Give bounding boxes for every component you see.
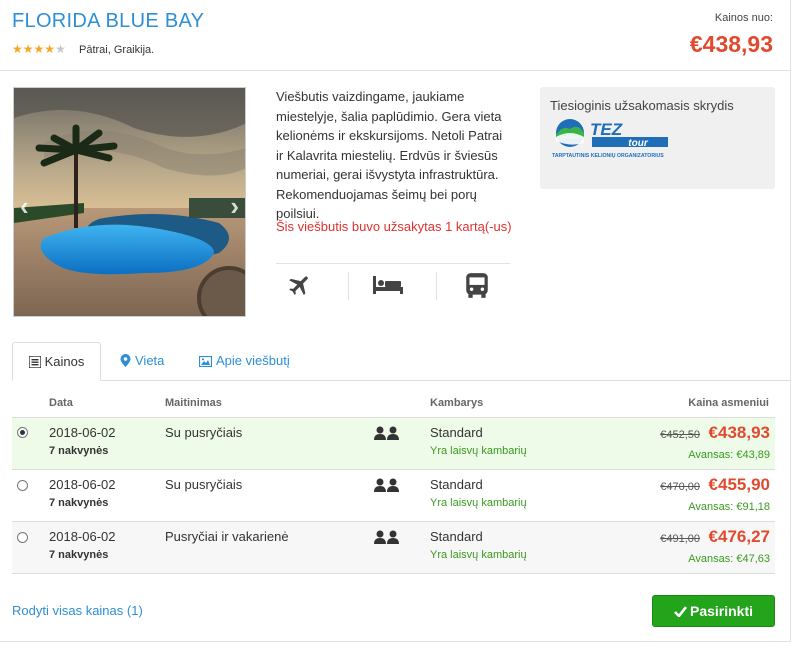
two-persons-icon — [374, 530, 400, 547]
hotel-photo-image — [14, 88, 245, 316]
row-nights: 7 nakvynės — [49, 497, 109, 509]
column-header-date: Data — [49, 397, 73, 409]
two-persons-icon — [374, 478, 400, 495]
star-rating: ★★★★★ — [12, 42, 66, 56]
map-pin-icon — [120, 354, 131, 370]
row-deposit: Avansas: €91,18 — [688, 501, 770, 513]
row-deposit: Avansas: €47,63 — [688, 553, 770, 565]
star-icon: ★ — [44, 42, 56, 56]
row-availability: Yra laisvų kambarių — [430, 445, 527, 457]
column-header-price: Kaina asmeniui — [688, 397, 769, 409]
chevron-right-icon[interactable]: › — [230, 191, 239, 222]
price-from-value: €438,93 — [689, 31, 773, 57]
select-button-label: Pasirinkti — [689, 603, 754, 619]
star-icon: ★ — [33, 42, 45, 56]
price-radio[interactable] — [17, 532, 28, 543]
star-icon: ★ — [22, 42, 34, 56]
booked-notice: Šis viešbutis buvo užsakytas 1 kartą(-us… — [276, 219, 512, 234]
hotel-title[interactable]: FLORIDA BLUE BAY — [12, 10, 204, 33]
row-price: €476,27 — [708, 527, 770, 546]
divider — [348, 272, 349, 300]
bed-icon — [372, 272, 403, 302]
tab-kainos[interactable]: Kainos — [12, 342, 101, 381]
row-board: Su pusryčiais — [165, 425, 243, 440]
price-row[interactable]: 2018-06-02 7 nakvynės Pusryčiai ir vakar… — [12, 522, 775, 574]
column-header-board: Maitinimas — [165, 397, 222, 409]
divider — [436, 272, 437, 300]
row-room: Standard — [430, 425, 483, 440]
row-room: Standard — [430, 529, 483, 544]
flight-info-box: Tiesioginis užsakomasis skrydis TEZ tour… — [540, 87, 775, 189]
divider — [276, 263, 510, 264]
row-date: 2018-06-02 — [49, 425, 116, 440]
tab-label: Vieta — [135, 353, 165, 368]
row-nights: 7 nakvynės — [49, 445, 109, 457]
price-from-label: Kainos nuo: — [714, 12, 773, 24]
two-persons-icon — [374, 426, 400, 443]
row-nights: 7 nakvynės — [49, 549, 109, 561]
column-header-room: Kambarys — [430, 397, 484, 409]
row-availability: Yra laisvų kambarių — [430, 497, 527, 509]
hotel-location: Pātrai, Graikija. — [79, 44, 155, 56]
list-icon — [27, 355, 42, 371]
row-room: Standard — [430, 477, 483, 492]
row-date: 2018-06-02 — [49, 477, 116, 492]
row-availability: Yra laisvų kambarių — [430, 549, 527, 561]
tez-tour-logo: TEZ tour TARPTAUTINIS KELIONIŲ ORGANIZAT… — [552, 119, 672, 164]
tab-label: Apie viešbutį — [216, 353, 290, 368]
tab-label: Kainos — [44, 354, 85, 369]
image-icon — [198, 355, 213, 370]
row-board: Su pusryčiais — [165, 477, 243, 492]
row-deposit: Avansas: €43,89 — [688, 449, 770, 461]
tab-apie-viesbuti[interactable]: Apie viešbutį — [198, 342, 290, 381]
hotel-photo[interactable]: ‹ › — [13, 87, 246, 317]
row-price: €438,93 — [708, 423, 770, 442]
hotel-card: FLORIDA BLUE BAY ★★★★★ Pātrai, Graikija.… — [0, 0, 791, 642]
row-board: Pusryčiai ir vakarienė — [165, 529, 289, 544]
star-empty-icon: ★ — [55, 42, 66, 56]
star-icon: ★ — [12, 42, 23, 56]
row-old-price: €470,00 — [660, 481, 700, 493]
bus-icon — [464, 272, 494, 302]
price-row[interactable]: 2018-06-02 7 nakvynės Su pusryčiais Stan… — [12, 470, 775, 522]
svg-text:TEZ: TEZ — [590, 120, 623, 139]
row-old-price: €452,50 — [660, 429, 700, 441]
row-old-price: €491,00 — [660, 533, 700, 545]
row-date: 2018-06-02 — [49, 529, 116, 544]
price-row[interactable]: 2018-06-02 7 nakvynės Su pusryčiais Stan… — [12, 418, 775, 470]
show-all-prices-link[interactable]: Rodyti visas kainas (1) — [12, 603, 143, 618]
chevron-left-icon[interactable]: ‹ — [20, 191, 29, 222]
svg-text:TARPTAUTINIS KELIONIŲ ORGANIZA: TARPTAUTINIS KELIONIŲ ORGANIZATORIUS — [552, 153, 664, 159]
price-radio[interactable] — [17, 480, 28, 491]
tab-vieta[interactable]: Vieta — [120, 342, 164, 381]
flight-title: Tiesioginis užsakomasis skrydis — [550, 98, 734, 113]
row-price: €455,90 — [708, 475, 770, 494]
select-button[interactable]: Pasirinkti — [652, 595, 775, 627]
airplane-icon — [287, 272, 317, 302]
hotel-description: Viešbutis vaizdingame, jaukiame miestely… — [276, 89, 503, 221]
svg-text:tour: tour — [628, 138, 649, 149]
price-radio[interactable] — [17, 427, 28, 438]
check-icon — [674, 603, 690, 619]
divider — [0, 70, 791, 71]
